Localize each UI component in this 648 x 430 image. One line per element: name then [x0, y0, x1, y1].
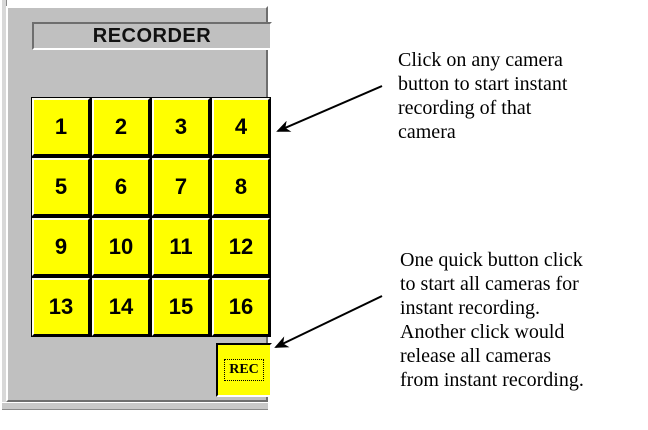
rec-all-button[interactable]: REC — [216, 343, 272, 397]
camera-button-6[interactable]: 6 — [91, 157, 151, 217]
camera-button-note: Click on any camera button to start inst… — [398, 48, 567, 144]
camera-button-1[interactable]: 1 — [31, 97, 91, 157]
camera-note-line-2: button to start instant — [398, 73, 568, 95]
rec-note-line-2: to start all cameras for — [400, 273, 579, 295]
camera-button-9[interactable]: 9 — [31, 217, 91, 277]
rec-note-line-6: from instant recording. — [400, 369, 584, 391]
camera-button-4[interactable]: 4 — [211, 97, 271, 157]
camera-button-16[interactable]: 16 — [211, 277, 271, 337]
camera-note-arrow — [276, 85, 383, 132]
camera-button-8[interactable]: 8 — [211, 157, 271, 217]
camera-button-5[interactable]: 5 — [31, 157, 91, 217]
camera-note-line-3: recording of that — [398, 97, 532, 119]
rec-note-line-3: instant recording. — [400, 297, 540, 319]
camera-button-10[interactable]: 10 — [91, 217, 151, 277]
camera-button-13[interactable]: 13 — [31, 277, 91, 337]
rec-button-note: One quick button click to start all came… — [400, 248, 584, 392]
panel-bottom-edge — [2, 402, 268, 410]
camera-button-2[interactable]: 2 — [91, 97, 151, 157]
recorder-title: RECORDER — [32, 22, 272, 50]
rec-note-line-1: One quick button click — [400, 249, 583, 271]
camera-button-14[interactable]: 14 — [91, 277, 151, 337]
rec-button-label: REC — [224, 359, 264, 381]
camera-button-11[interactable]: 11 — [151, 217, 211, 277]
camera-button-12[interactable]: 12 — [211, 217, 271, 277]
rec-note-line-5: release all cameras — [400, 345, 552, 367]
camera-note-line-4: camera — [398, 121, 456, 143]
camera-button-7[interactable]: 7 — [151, 157, 211, 217]
recorder-panel: RECORDER 1 2 3 4 5 6 7 8 9 10 11 12 13 1… — [6, 6, 272, 402]
rec-note-arrow — [274, 295, 383, 348]
camera-button-15[interactable]: 15 — [151, 277, 211, 337]
camera-button-3[interactable]: 3 — [151, 97, 211, 157]
camera-note-line-1: Click on any camera — [398, 49, 563, 71]
rec-note-line-4: Another click would — [400, 321, 565, 343]
